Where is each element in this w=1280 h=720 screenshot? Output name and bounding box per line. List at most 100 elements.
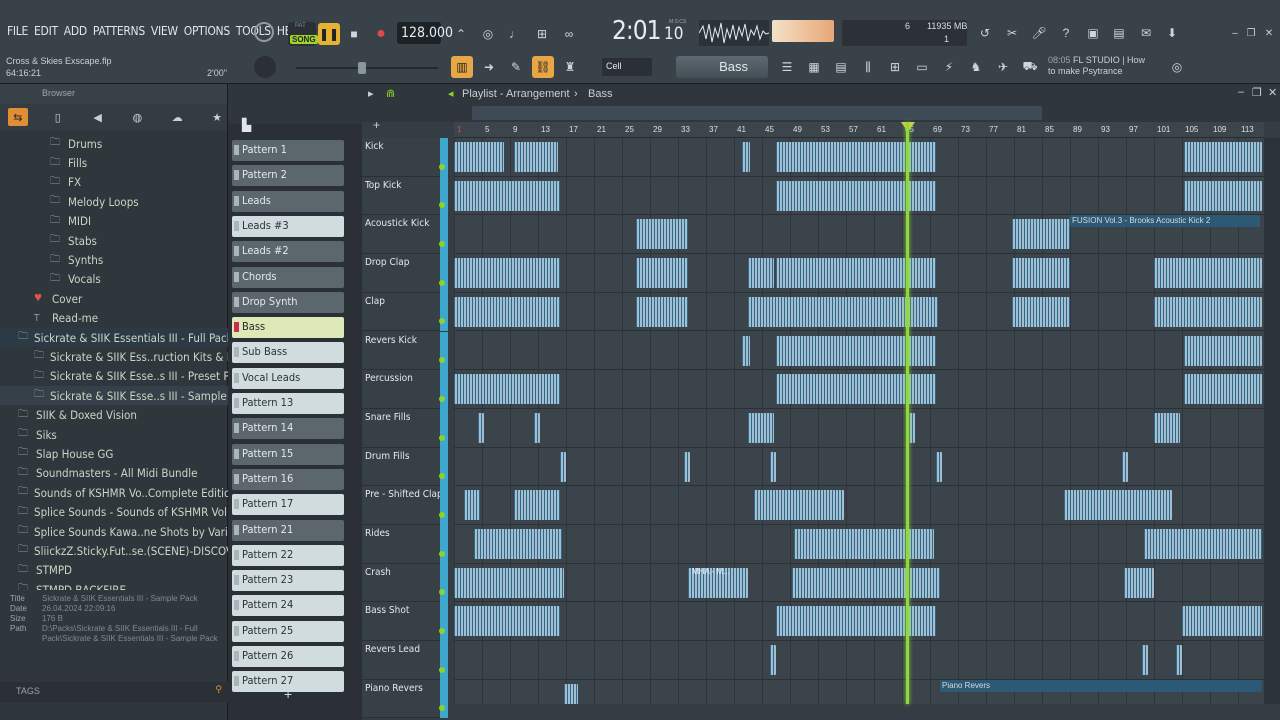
audio-clip[interactable] (1012, 258, 1070, 289)
menu-add[interactable]: ADD (61, 24, 90, 38)
pattern-item[interactable]: Leads (232, 190, 344, 212)
track-mute-led[interactable] (439, 550, 445, 557)
globe-icon[interactable]: ◎ (1166, 56, 1188, 78)
pattern-item[interactable]: Pattern 15 (232, 443, 344, 465)
track-header[interactable]: Bass Shot (362, 602, 448, 642)
speaker-icon[interactable]: ◀ (88, 108, 108, 126)
slider-handle[interactable] (358, 62, 366, 74)
pattern-item[interactable]: Pattern 21 (232, 519, 344, 541)
close-icon[interactable]: ✕ (1262, 28, 1276, 40)
browser-item[interactable]: 🗀 Splice Sounds Kawa..ne Shots by Varien (0, 522, 228, 541)
track-header[interactable]: Drop Clap (362, 254, 448, 293)
playlist-lane[interactable] (454, 525, 1264, 564)
audio-clip[interactable] (1154, 258, 1262, 289)
audio-clip[interactable] (464, 490, 480, 521)
playlist-arrow-icon[interactable]: ◂ (448, 87, 454, 100)
playlist-minimize-icon[interactable]: – (1238, 86, 1244, 98)
track-header[interactable]: Kick (362, 138, 448, 177)
pattern-item[interactable]: Bass (232, 317, 344, 339)
browser-icon[interactable]: ⊞ (884, 56, 906, 78)
cloud-icon[interactable]: ☁ (167, 108, 187, 126)
audio-clip[interactable] (1154, 412, 1180, 443)
track-header[interactable]: Rides (362, 525, 448, 564)
audio-clip[interactable] (684, 451, 690, 482)
audio-clip[interactable] (636, 219, 688, 250)
stamp-icon[interactable]: ♜ (559, 56, 581, 78)
audio-clip[interactable] (534, 412, 540, 443)
audio-clip[interactable] (776, 606, 936, 637)
plug-icon[interactable]: ⚡ (938, 56, 960, 78)
audio-clip[interactable] (1184, 335, 1262, 366)
audio-clip[interactable] (454, 258, 560, 289)
pattern-item[interactable]: Leads #3 (232, 215, 344, 237)
audio-clip[interactable] (1184, 374, 1262, 405)
pattern-selector[interactable]: Bass (676, 56, 768, 78)
track-header[interactable]: Piano Revers (362, 679, 448, 719)
audio-clip[interactable] (742, 335, 750, 366)
audio-clip[interactable] (936, 451, 942, 482)
add-pattern-icon[interactable]: + (284, 686, 292, 702)
audio-clip[interactable] (770, 645, 776, 676)
playlist-lane[interactable] (454, 486, 1264, 525)
browser-item[interactable]: 🗀 STMPD (0, 561, 228, 580)
microphone-icon[interactable]: 🎤︎ (1028, 22, 1050, 44)
cut-icon[interactable]: ✂ (1001, 22, 1023, 44)
audio-clip[interactable] (776, 374, 936, 405)
pattern-item[interactable]: Pattern 23 (232, 570, 344, 592)
piano-roll-icon[interactable]: ▦ (803, 56, 825, 78)
track-mute-led[interactable] (439, 163, 445, 170)
loop-record-icon[interactable]: ∞ (558, 23, 580, 45)
browser-item[interactable]: 🗀 FX (0, 173, 228, 192)
pattern-item[interactable]: Drop Synth (232, 291, 344, 313)
playlist-lane[interactable]: Piano Revers (454, 679, 1264, 704)
pause-icon[interactable]: ❚❚ (318, 23, 340, 45)
mixer-icon[interactable]: ⫼ (857, 56, 879, 78)
browser-item[interactable]: 🗀 Sickrate & SIIK Essentials III - Full P… (0, 327, 228, 348)
track-mute-led[interactable] (439, 511, 445, 518)
audio-clip[interactable] (1064, 490, 1172, 521)
audio-clip[interactable] (564, 683, 578, 704)
audio-clip[interactable] (514, 490, 560, 521)
browser-item[interactable]: 🗀 MIDI (0, 212, 228, 231)
audio-clip[interactable] (1184, 180, 1262, 211)
playlist-lane[interactable] (454, 177, 1264, 216)
save-icon[interactable]: ▣ (1082, 22, 1104, 44)
audio-clip[interactable] (742, 142, 750, 172)
audio-clip[interactable] (776, 335, 936, 366)
audio-clip[interactable] (636, 296, 688, 327)
pattern-item[interactable]: Pattern 1 (232, 140, 344, 161)
audio-clip[interactable] (794, 529, 934, 559)
audio-clip[interactable] (770, 451, 776, 482)
chat-icon[interactable]: ✉ (1135, 22, 1157, 44)
pattern-item[interactable]: Pattern 2 (232, 165, 344, 187)
pattern-item[interactable]: Pattern 17 (232, 494, 344, 516)
pencil-icon[interactable]: ✎ (505, 56, 527, 78)
browser-item[interactable]: ♥ Cover (0, 289, 228, 308)
track-header[interactable]: Revers Lead (362, 641, 448, 680)
audio-clip[interactable]: FUSION Vol.3 - Brooks Acoustic Kick 2 (1070, 215, 1260, 228)
playlist-overview[interactable] (472, 106, 1042, 120)
track-header[interactable]: Acoustick Kick (362, 215, 448, 255)
tempo-display[interactable]: 128.000 (397, 22, 453, 44)
track-header[interactable]: Crash (362, 563, 448, 603)
audio-clip[interactable] (1012, 296, 1070, 327)
playlist-lane[interactable] (454, 409, 1264, 448)
audio-clip[interactable] (754, 490, 844, 521)
minimize-icon[interactable]: – (1228, 28, 1242, 40)
render-icon[interactable]: ▤ (1108, 22, 1130, 44)
browser-item[interactable]: 🗀 Fills (0, 153, 228, 172)
playlist-lane[interactable] (454, 293, 1264, 332)
search-icon[interactable]: ⚲ (215, 684, 222, 695)
audio-clip[interactable] (748, 296, 938, 327)
audio-clip[interactable] (748, 412, 774, 443)
pattern-item[interactable]: Pattern 16 (232, 468, 344, 490)
master-pitch-knob[interactable] (254, 56, 276, 78)
help-icon[interactable]: ? (1055, 22, 1077, 44)
audio-clip[interactable] (1176, 645, 1182, 676)
track-header[interactable]: Pre - Shifted Claps (362, 486, 448, 525)
track-header[interactable]: Top Kick (362, 176, 448, 216)
playlist-lane[interactable] (454, 641, 1264, 680)
menu-edit[interactable]: EDIT (31, 24, 61, 38)
pattern-item[interactable]: Pattern 24 (232, 595, 344, 617)
browser-item[interactable]: 🗀 Siks (0, 425, 228, 444)
